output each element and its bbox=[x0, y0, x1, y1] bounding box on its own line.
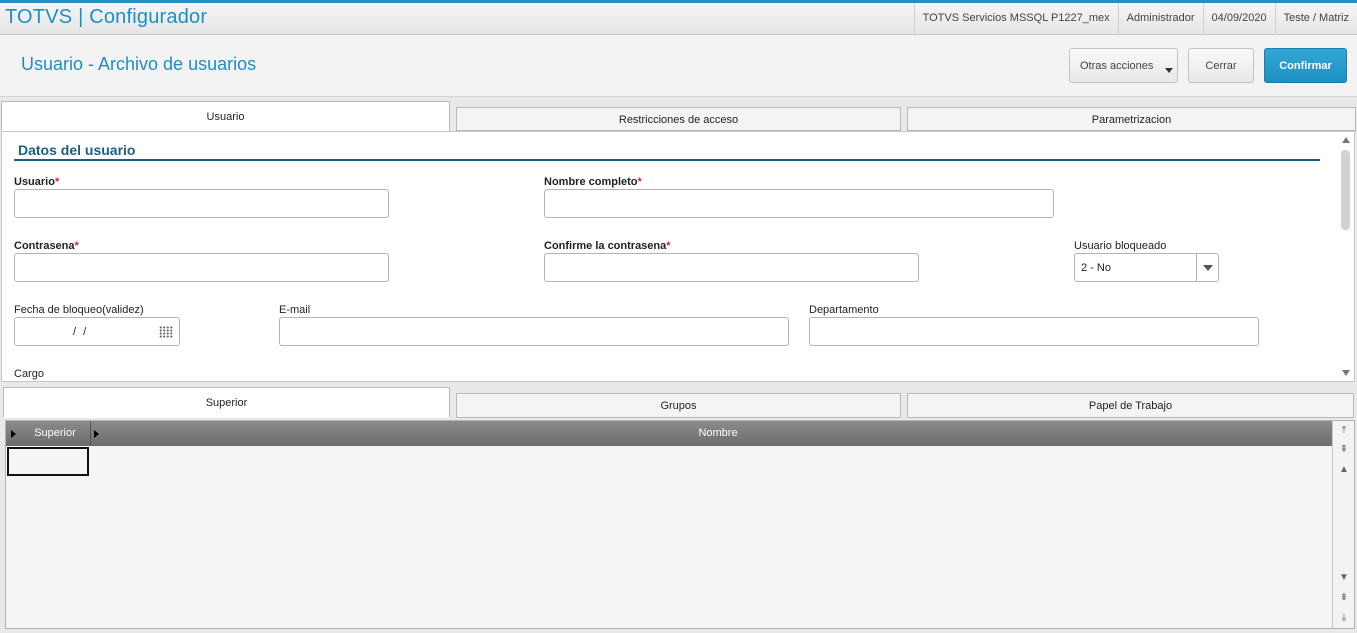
column-marker-icon bbox=[11, 430, 16, 438]
grid-header: Superior Nombre bbox=[6, 421, 1333, 446]
section-title: Datos del usuario bbox=[18, 142, 136, 158]
column-header-nombre[interactable]: Nombre bbox=[102, 421, 1334, 446]
superior-grid: Superior Nombre ⤒ ⇞ ▲ ▼ ⇟ ⤓ bbox=[5, 420, 1355, 629]
chevron-down-icon bbox=[1165, 68, 1173, 73]
fecha-bloqueo-label: Fecha de bloqueo(validez) bbox=[14, 304, 144, 316]
column-marker-icon bbox=[94, 430, 99, 438]
scroll-down-icon[interactable] bbox=[1342, 370, 1350, 376]
dropdown-button[interactable] bbox=[1196, 254, 1218, 281]
confirme-contrasena-label-text: Confirme la contrasena bbox=[544, 240, 667, 252]
confirme-contrasena-label: Confirme la contrasena* bbox=[544, 240, 671, 252]
fecha-bloqueo-value: / / bbox=[73, 326, 89, 338]
date-label: 04/09/2020 bbox=[1202, 3, 1275, 35]
chevron-down-icon bbox=[1203, 265, 1213, 271]
required-mark: * bbox=[74, 240, 79, 252]
form-scrollbar[interactable] bbox=[1340, 132, 1352, 381]
contrasena-label: Contrasena* bbox=[14, 240, 79, 252]
calendar-icon[interactable] bbox=[159, 326, 173, 338]
nombre-completo-label: Nombre completo* bbox=[544, 176, 642, 188]
fecha-bloqueo-input[interactable]: / / bbox=[14, 317, 180, 346]
scroll-thumb[interactable] bbox=[1341, 150, 1350, 230]
other-actions-button[interactable]: Otras acciones bbox=[1069, 48, 1178, 83]
column-divider bbox=[90, 421, 91, 446]
environment-label: TOTVS Servicios MSSQL P1227_mex bbox=[913, 3, 1118, 35]
contrasena-input[interactable] bbox=[14, 253, 389, 282]
nombre-completo-label-text: Nombre completo bbox=[544, 176, 638, 188]
usuario-bloqueado-label: Usuario bloqueado bbox=[1074, 240, 1167, 252]
tab-restricciones-acceso[interactable]: Restricciones de acceso bbox=[456, 107, 901, 131]
email-input[interactable] bbox=[279, 317, 789, 346]
email-label: E-mail bbox=[279, 304, 311, 316]
grid-scrollbar[interactable]: ⤒ ⇞ ▲ ▼ ⇟ ⤓ bbox=[1332, 421, 1354, 628]
usuario-input[interactable] bbox=[14, 189, 389, 218]
branch-label: Teste / Matriz bbox=[1274, 3, 1357, 35]
page-header: Usuario - Archivo de usuarios Otras acci… bbox=[0, 35, 1357, 97]
departamento-label: Departamento bbox=[809, 304, 879, 316]
top-bar: TOTVS | Configurador TOTVS Servicios MSS… bbox=[0, 0, 1357, 35]
nombre-completo-input[interactable] bbox=[544, 189, 1054, 218]
close-button[interactable]: Cerrar bbox=[1188, 48, 1254, 83]
contrasena-label-text: Contrasena bbox=[14, 240, 75, 252]
tab-superior[interactable]: Superior bbox=[3, 387, 450, 418]
user-label: Administrador bbox=[1117, 3, 1203, 35]
departamento-input[interactable] bbox=[809, 317, 1259, 346]
tab-papel-trabajo[interactable]: Papel de Trabajo bbox=[907, 393, 1354, 418]
section-divider bbox=[14, 159, 1320, 161]
cargo-label: Cargo bbox=[14, 368, 44, 380]
usuario-label: Usuario* bbox=[14, 176, 59, 188]
usuario-bloqueado-value: 2 - No bbox=[1081, 262, 1111, 274]
scroll-down-icon[interactable]: ▼ bbox=[1337, 571, 1351, 585]
user-form-panel: Datos del usuario Usuario* Nombre comple… bbox=[1, 131, 1355, 382]
tab-usuario[interactable]: Usuario bbox=[1, 101, 450, 132]
tab-parametrizacion[interactable]: Parametrizacion bbox=[907, 107, 1356, 131]
app-brand: TOTVS | Configurador bbox=[5, 6, 208, 28]
page-down-icon[interactable]: ⇟ bbox=[1337, 591, 1351, 605]
usuario-label-text: Usuario bbox=[14, 176, 55, 188]
selected-cell[interactable] bbox=[7, 447, 89, 476]
required-mark: * bbox=[637, 176, 642, 188]
column-header-superior[interactable]: Superior bbox=[20, 421, 90, 446]
tab-grupos[interactable]: Grupos bbox=[456, 393, 901, 418]
page-title: Usuario - Archivo de usuarios bbox=[21, 54, 257, 74]
session-info: TOTVS Servicios MSSQL P1227_mex Administ… bbox=[913, 3, 1357, 35]
page-up-icon[interactable]: ⇞ bbox=[1337, 443, 1351, 457]
scroll-top-icon[interactable]: ⤒ bbox=[1337, 424, 1351, 438]
usuario-bloqueado-select[interactable]: 2 - No bbox=[1074, 253, 1219, 282]
scroll-bottom-icon[interactable]: ⤓ bbox=[1337, 611, 1351, 625]
confirm-button[interactable]: Confirmar bbox=[1264, 48, 1347, 83]
confirme-contrasena-input[interactable] bbox=[544, 253, 919, 282]
scroll-up-icon[interactable] bbox=[1342, 137, 1350, 143]
cargo-input-edge[interactable] bbox=[14, 381, 479, 382]
other-actions-label: Otras acciones bbox=[1080, 60, 1154, 72]
required-mark: * bbox=[54, 176, 60, 188]
scroll-up-icon[interactable]: ▲ bbox=[1337, 463, 1351, 477]
required-mark: * bbox=[666, 240, 671, 252]
